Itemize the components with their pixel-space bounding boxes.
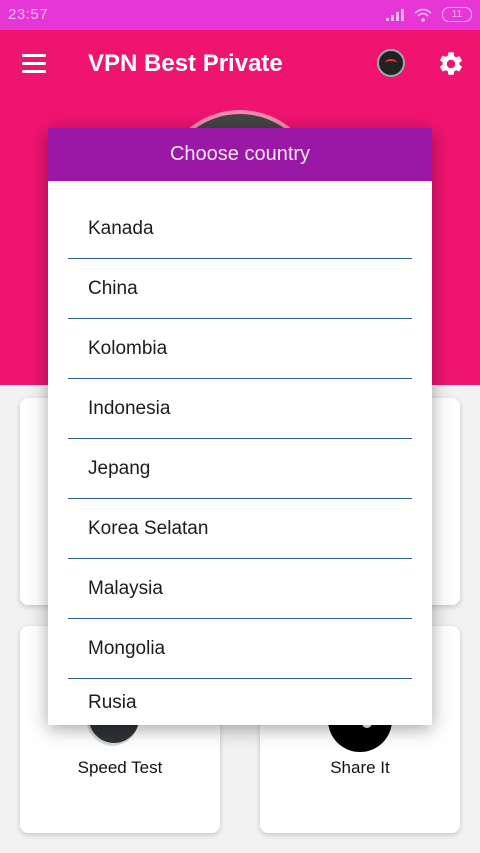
country-list: Kanada China Kolombia Indonesia Jepang K… [48,199,432,709]
battery-icon: 11 [442,7,472,22]
share-label: Share It [330,758,390,777]
speed-test-label: Speed Test [77,758,163,777]
country-item[interactable]: Korea Selatan [68,499,412,559]
signal-icon [386,8,404,21]
country-item[interactable]: Kolombia [68,319,412,379]
wifi-icon [414,8,432,22]
app-title: VPN Best Private [88,50,283,77]
country-item[interactable]: China [68,259,412,319]
speedometer-icon[interactable] [377,49,405,77]
status-icons: 11 [386,7,472,22]
country-item[interactable]: Malaysia [68,559,412,619]
country-item-partial[interactable]: Rusia [68,679,412,709]
status-bar: 23:57 11 [0,0,480,30]
choose-country-dialog: Choose country Kanada China Kolombia Ind… [48,128,432,725]
dialog-title: Choose country [48,128,432,181]
country-item[interactable]: Indonesia [68,379,412,439]
gear-icon[interactable] [437,50,465,78]
country-item[interactable]: Kanada [68,199,412,259]
country-item[interactable]: Mongolia [68,619,412,679]
menu-icon[interactable] [22,54,46,74]
status-time: 23:57 [8,6,49,23]
country-item[interactable]: Jepang [68,439,412,499]
